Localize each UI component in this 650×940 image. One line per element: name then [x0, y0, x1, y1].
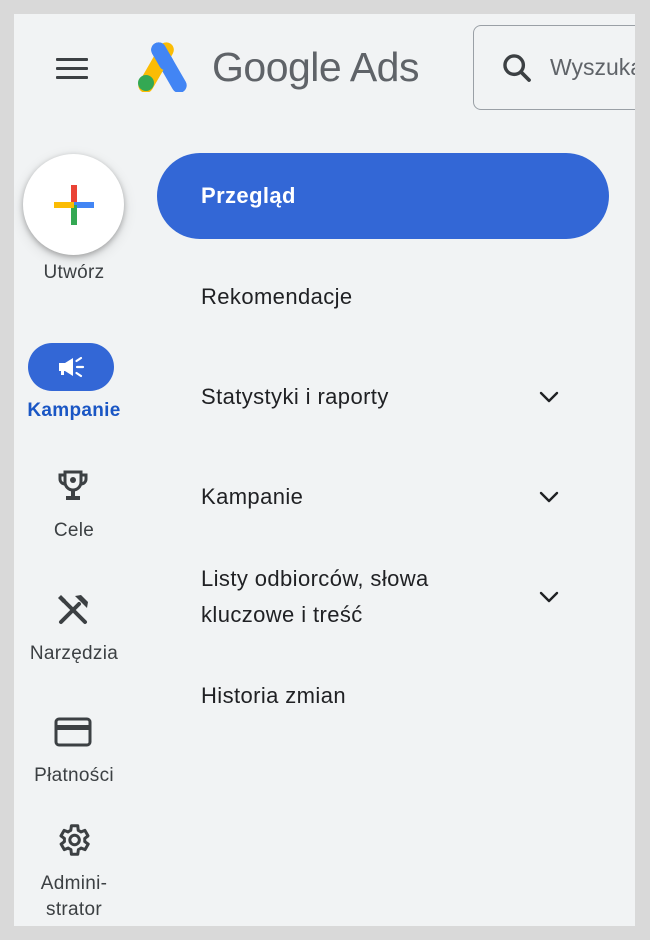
nav-item-label: Historia zmian	[201, 683, 346, 708]
rail-item-label-line1: Admini-	[40, 873, 108, 894]
nav-item-label: Przegląd	[201, 183, 296, 208]
plus-icon	[53, 184, 94, 225]
rail-item-billing[interactable]: Płatności	[14, 712, 134, 792]
chevron-down-icon[interactable]	[537, 485, 561, 509]
nav-item-label-line1: Listy odbiorców, słowa	[201, 566, 429, 591]
search-input[interactable]: Wyszukaj	[473, 25, 635, 110]
search-placeholder: Wyszukaj	[550, 54, 635, 80]
megaphone-icon	[59, 356, 85, 378]
google-ads-logo-icon	[138, 42, 187, 92]
rail-item-label: Cele	[53, 520, 95, 541]
rail-item-label: Płatności	[34, 765, 114, 786]
menu-icon-bar	[56, 57, 88, 61]
rail-item-admin[interactable]: Admini- strator	[14, 820, 134, 926]
rail-item-tools[interactable]: Narzędzia	[14, 590, 134, 670]
nav-item-insights-reports[interactable]: Statystyki i raporty	[157, 369, 609, 425]
credit-card-icon	[54, 717, 92, 747]
nav-item-audiences-keywords-content[interactable]: Listy odbiorców, słowa kluczowe i treść	[157, 560, 609, 634]
nav-item-recommendations[interactable]: Rekomendacje	[157, 269, 609, 325]
gear-icon	[59, 824, 90, 856]
nav-item-change-history[interactable]: Historia zmian	[157, 668, 609, 724]
nav-item-label: Kampanie	[201, 484, 304, 509]
rail-item-label: Narzędzia	[29, 643, 119, 664]
nav-item-campaigns[interactable]: Kampanie	[157, 469, 609, 525]
nav-item-label-line2: kluczowe i treść	[201, 602, 363, 627]
nav-item-label: Listy odbiorców, słowa kluczowe i treść	[201, 561, 429, 633]
trophy-icon	[58, 470, 88, 500]
chevron-down-icon[interactable]	[537, 585, 561, 609]
rail-item-label: Kampanie	[27, 400, 121, 421]
app-frame: Google Ads Wyszukaj Utwórz Kampanie	[14, 14, 635, 926]
nav-item-overview[interactable]: Przegląd	[157, 153, 609, 239]
rail-item-label-line2: strator	[46, 899, 102, 920]
search-icon	[503, 53, 531, 82]
rail-active-pill	[28, 343, 114, 391]
create-button[interactable]	[23, 154, 124, 255]
brand-name: Google Ads	[212, 44, 420, 90]
rail-item-goals[interactable]: Cele	[14, 467, 134, 547]
tools-icon	[58, 595, 88, 624]
menu-icon-bar	[56, 75, 88, 79]
chevron-down-icon[interactable]	[537, 385, 561, 409]
create-label: Utwórz	[43, 262, 105, 283]
rail-item-campaigns[interactable]: Kampanie	[14, 343, 134, 425]
menu-icon-bar	[56, 66, 88, 70]
nav-item-label: Rekomendacje	[201, 284, 353, 309]
nav-item-label: Statystyki i raporty	[201, 384, 389, 409]
menu-button[interactable]	[52, 54, 92, 82]
